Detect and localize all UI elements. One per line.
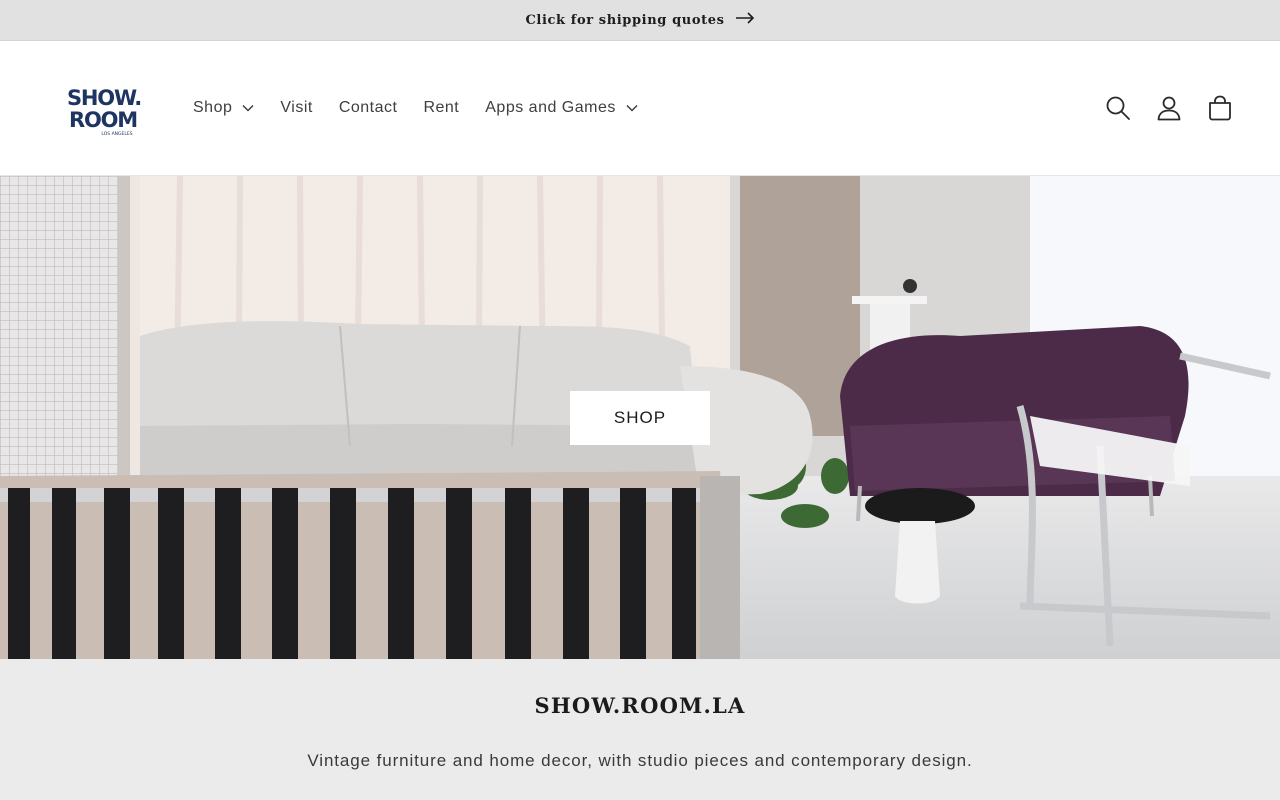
site-logo[interactable]: SHOW. ROOM LOS ANGELES xyxy=(66,81,142,137)
nav-item-shop[interactable]: Shop xyxy=(180,91,267,125)
search-icon xyxy=(1106,96,1130,120)
account-icon xyxy=(1157,96,1181,121)
announcement-bar: Click for shipping quotes xyxy=(0,0,1280,41)
nav-item-rent[interactable]: Rent xyxy=(410,91,472,125)
intro-section: SHOW.ROOM.LA Vintage furniture and home … xyxy=(0,659,1280,800)
announcement-text: Click for shipping quotes xyxy=(525,12,725,28)
header-icons xyxy=(1102,89,1236,127)
section-description: Vintage furniture and home decor, with s… xyxy=(307,751,973,770)
nav-item-label: Rent xyxy=(423,99,460,116)
svg-text:LOS ANGELES: LOS ANGELES xyxy=(101,131,132,137)
svg-text:ROOM: ROOM xyxy=(69,108,137,132)
nav-item-visit[interactable]: Visit xyxy=(267,91,325,125)
chevron-down-icon xyxy=(242,104,254,112)
cart-button[interactable] xyxy=(1204,89,1236,127)
chevron-down-icon xyxy=(626,104,638,112)
nav-item-apps-and-games[interactable]: Apps and Games xyxy=(472,91,651,125)
search-button[interactable] xyxy=(1102,89,1134,127)
account-button[interactable] xyxy=(1153,89,1185,127)
nav-item-contact[interactable]: Contact xyxy=(326,91,411,125)
shipping-quotes-link[interactable]: Click for shipping quotes xyxy=(525,12,754,28)
nav-item-label: Contact xyxy=(338,99,398,116)
hero-banner: SHOP xyxy=(0,176,1280,659)
nav-item-label: Shop xyxy=(193,99,233,116)
section-title: SHOW.ROOM.LA xyxy=(534,693,746,718)
main-nav: Shop Visit Contact Rent Apps and Games xyxy=(180,91,651,125)
nav-item-label: Apps and Games xyxy=(485,99,616,116)
site-header: SHOW. ROOM LOS ANGELES Shop Visit Contac… xyxy=(0,41,1280,176)
nav-item-label: Visit xyxy=(280,99,313,116)
cart-icon xyxy=(1209,95,1231,121)
shop-button[interactable]: SHOP xyxy=(570,391,710,445)
arrow-right-icon xyxy=(735,12,755,28)
svg-text:SHOW.: SHOW. xyxy=(67,86,141,110)
